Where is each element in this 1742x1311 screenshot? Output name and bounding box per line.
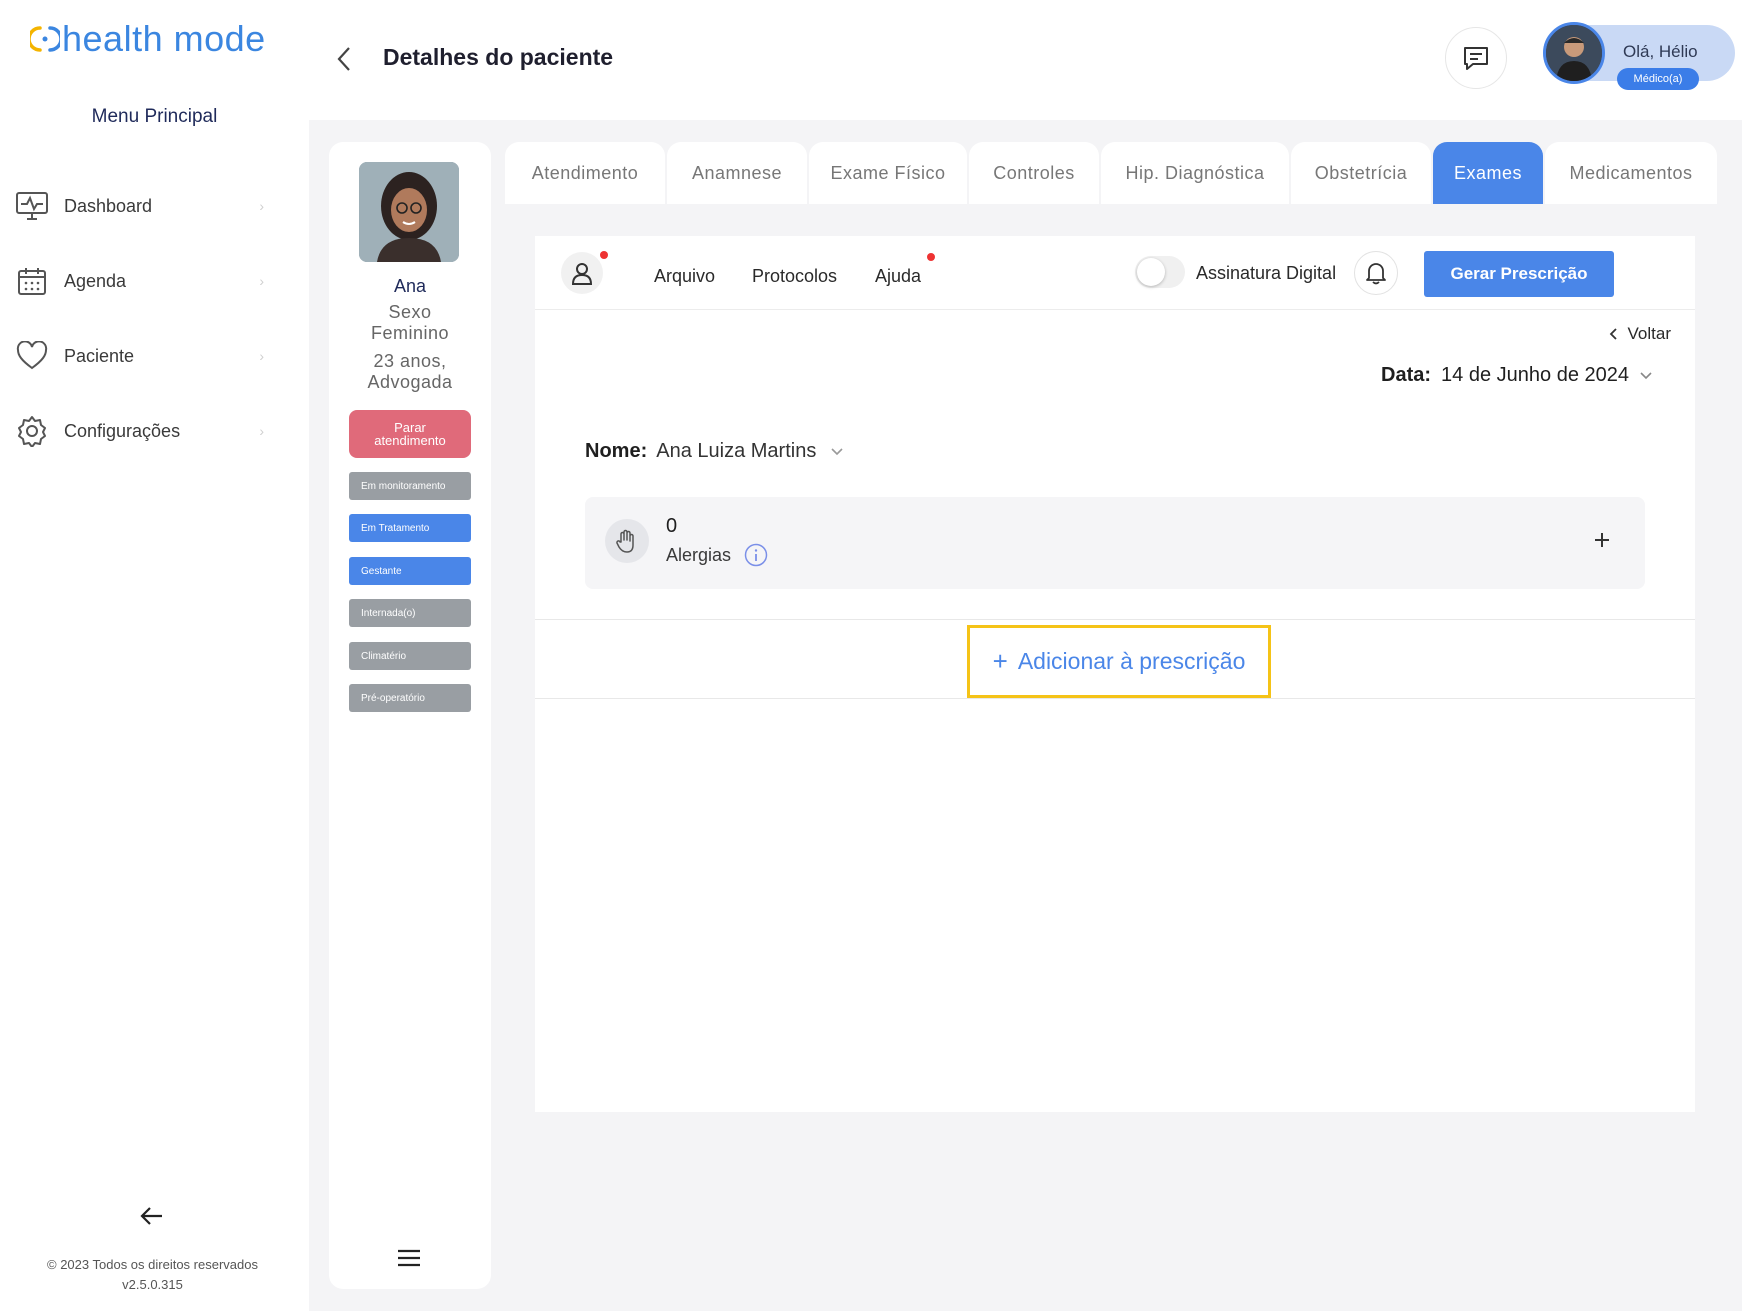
arquivo-menu[interactable]: Arquivo [654, 266, 715, 287]
version-text: v2.5.0.315 [122, 1277, 183, 1292]
digital-signature-toggle[interactable] [1135, 256, 1185, 288]
name-value: Ana Luiza Martins [656, 440, 817, 462]
status-em-monitoramento-button[interactable]: Em monitoramento [349, 472, 471, 500]
allergy-label: Alergias [666, 545, 732, 565]
hand-stop-icon [605, 519, 649, 563]
sidebar-item-agenda[interactable]: Agenda › [14, 263, 264, 299]
record-tabs: Atendimento Anamnese Exame Físico Contro… [505, 142, 1719, 204]
sidebar-item-dashboard[interactable]: Dashboard › [14, 188, 264, 224]
voltar-label: Voltar [1627, 324, 1671, 343]
monitor-pulse-icon [14, 188, 50, 224]
notification-dot [600, 251, 608, 259]
prescription-panel: Arquivo Protocolos Ajuda Assinatura Digi… [535, 236, 1695, 1112]
hamburger-menu-icon[interactable] [397, 1248, 421, 1268]
status-em-tratamento-button[interactable]: Em Tratamento [349, 514, 471, 542]
patient-name-selector[interactable]: Nome: Ana Luiza Martins [585, 440, 846, 463]
patient-age: 23 anos, [373, 351, 447, 371]
chat-button[interactable] [1445, 27, 1507, 89]
gear-icon [14, 413, 50, 449]
logo-mark-icon [30, 24, 60, 54]
sidebar-nav: Dashboard › Agenda › Paciente › Configur… [14, 188, 264, 488]
tab-controles[interactable]: Controles [969, 142, 1099, 204]
chevron-down-icon [831, 447, 843, 455]
chevron-right-icon: › [259, 273, 264, 289]
sidebar-item-label: Dashboard [64, 195, 153, 216]
tab-exame-fisico[interactable]: Exame Físico [809, 142, 967, 204]
app-root: health mode Menu Principal Dashboard › A… [0, 0, 1742, 1311]
name-label: Nome: [585, 440, 648, 462]
sidebar-item-configuracoes[interactable]: Configurações › [14, 413, 264, 449]
user-greeting: Olá, Hélio [1623, 42, 1698, 61]
collapse-sidebar-arrow-icon[interactable] [138, 1202, 166, 1230]
patient-occupation: Advogada [367, 372, 453, 392]
copyright-text: © 2023 Todos os direitos reservados [47, 1257, 258, 1272]
top-header: Detalhes do paciente Olá, Hélio Médico(a… [309, 0, 1742, 120]
plus-icon [1595, 533, 1609, 547]
chat-icon [1464, 47, 1488, 70]
patient-sex-label: Sexo [388, 302, 432, 322]
tab-medicamentos[interactable]: Medicamentos [1545, 142, 1717, 204]
status-pre-operatorio-button[interactable]: Pré-operatório [349, 684, 471, 712]
patient-sex: Feminino [370, 323, 450, 343]
back-chevron-icon[interactable] [333, 44, 357, 74]
role-badge: Médico(a) [1617, 68, 1699, 90]
patient-photo [359, 162, 459, 262]
patient-profile-button[interactable] [561, 252, 603, 294]
divider [535, 698, 1695, 699]
allergies-card: 0 Alergias [585, 497, 1645, 589]
avatar[interactable] [1543, 22, 1605, 84]
date-value: 14 de Junho de 2024 [1441, 364, 1629, 386]
chevron-right-icon: › [259, 423, 264, 439]
logo-text: health mode [62, 18, 266, 59]
status-climaterio-button[interactable]: Climatério [349, 642, 471, 670]
chevron-left-icon [1609, 328, 1617, 340]
sidebar: health mode Menu Principal Dashboard › A… [0, 0, 309, 1311]
sidebar-item-label: Agenda [64, 270, 127, 291]
user-icon [571, 263, 593, 285]
date-label: Data: [1381, 364, 1432, 386]
patient-card: Ana Sexo Feminino 23 anos, Advogada Para… [329, 142, 491, 1289]
brand-logo[interactable]: health mode [30, 18, 266, 60]
tab-hip-diagnostica[interactable]: Hip. Diagnóstica [1101, 142, 1289, 204]
tab-atendimento[interactable]: Atendimento [505, 142, 665, 204]
prescription-toolbar: Arquivo Protocolos Ajuda Assinatura Digi… [535, 236, 1695, 310]
toggle-knob [1137, 258, 1165, 286]
bell-button[interactable] [1354, 251, 1398, 295]
chevron-down-icon [1640, 371, 1652, 379]
calendar-icon [14, 263, 50, 299]
stop-attendance-button[interactable]: Parar atendimento [349, 410, 471, 458]
info-icon[interactable] [744, 543, 768, 567]
stop-button-line2: atendimento [374, 433, 446, 448]
add-allergy-button[interactable] [1593, 525, 1611, 556]
date-selector[interactable]: Data: 14 de Junho de 2024 [1381, 364, 1655, 387]
protocolos-menu[interactable]: Protocolos [752, 266, 837, 287]
tab-anamnese[interactable]: Anamnese [667, 142, 807, 204]
heart-icon [14, 338, 50, 374]
generate-prescription-button[interactable]: Gerar Prescrição [1424, 251, 1614, 297]
tab-obstetricia[interactable]: Obstetrícia [1291, 142, 1431, 204]
tab-exames[interactable]: Exames [1433, 142, 1543, 204]
add-to-prescription-label: Adicionar à prescrição [1017, 648, 1246, 674]
ajuda-menu[interactable]: Ajuda [875, 266, 921, 287]
sidebar-item-paciente[interactable]: Paciente › [14, 338, 264, 374]
chevron-right-icon: › [259, 348, 264, 364]
bell-icon [1366, 263, 1386, 285]
status-internada-button[interactable]: Internada(o) [349, 599, 471, 627]
patient-name: Ana [393, 276, 427, 296]
footer-info: © 2023 Todos os direitos reservados v2.5… [0, 1255, 305, 1295]
add-to-prescription-button[interactable]: + Adicionar à prescrição [967, 625, 1271, 698]
sidebar-item-label: Paciente [64, 345, 135, 366]
sidebar-item-label: Configurações [64, 420, 181, 441]
allergy-count: 0 [666, 515, 678, 537]
plus-icon: + [992, 646, 1008, 676]
status-gestante-button[interactable]: Gestante [349, 557, 471, 585]
digital-signature-label: Assinatura Digital [1196, 263, 1337, 283]
notification-dot [927, 253, 935, 261]
chevron-right-icon: › [259, 198, 264, 214]
voltar-link[interactable]: Voltar [1606, 324, 1671, 344]
divider [535, 619, 1695, 620]
page-title: Detalhes do paciente [383, 44, 614, 70]
menu-title: Menu Principal [91, 106, 218, 127]
